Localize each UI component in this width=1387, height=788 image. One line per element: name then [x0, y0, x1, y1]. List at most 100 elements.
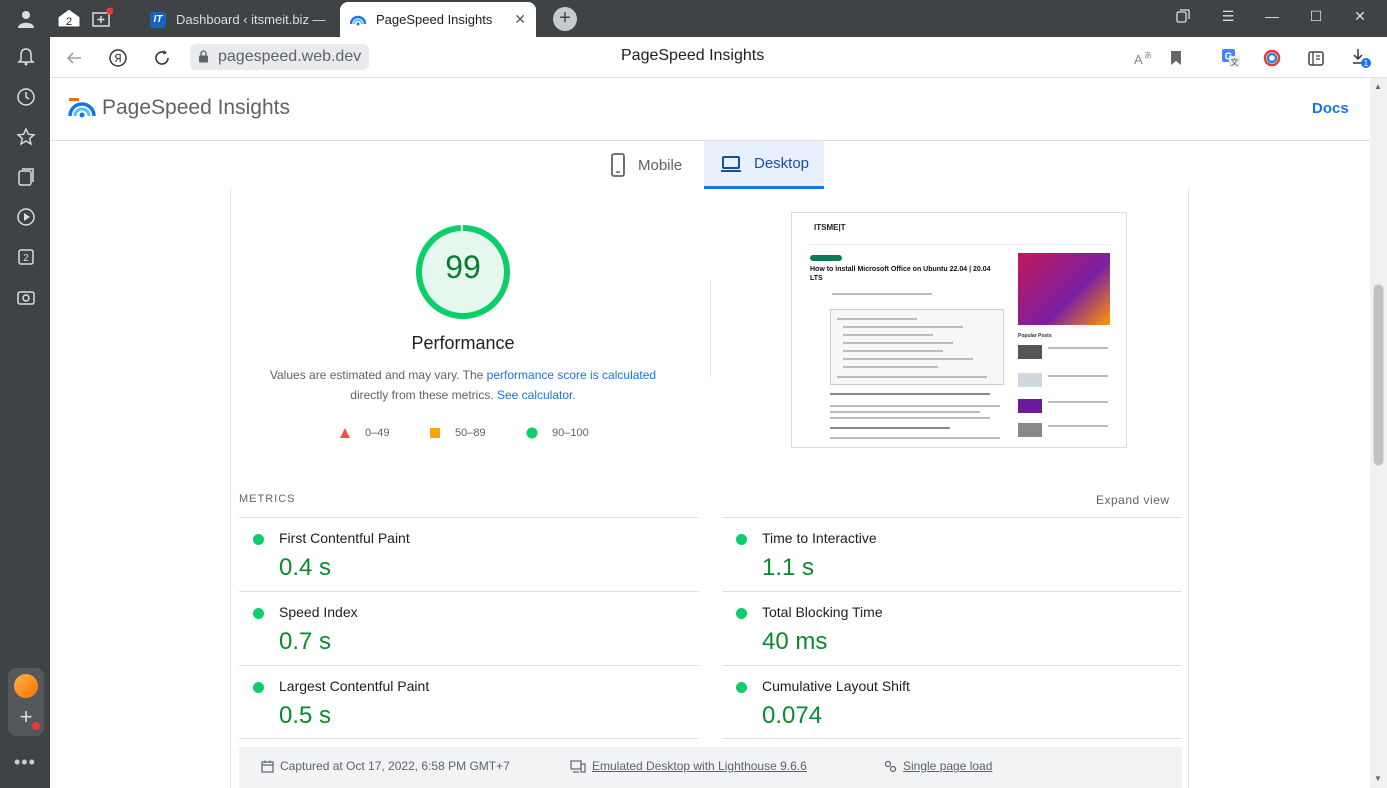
thumb-popular-posts: Popular Posts — [1018, 333, 1052, 339]
back-arrow-icon[interactable] — [63, 47, 85, 69]
tab-dashboard[interactable]: IT Dashboard ‹ itsmeit.biz — — [140, 2, 335, 37]
url-text: pagespeed.web.dev — [218, 48, 362, 65]
docs-link[interactable]: Docs — [1312, 100, 1349, 117]
good-circle-icon — [253, 608, 264, 619]
legend-label: 0–49 — [365, 427, 390, 439]
page-screenshot-thumbnail[interactable]: ITSME|T How to install Microsoft Office … — [791, 212, 1127, 448]
desc-text: Values are estimated and may vary. The — [269, 368, 487, 382]
svg-text:文: 文 — [1231, 57, 1239, 67]
scroll-down-icon[interactable]: ▼ — [1374, 774, 1382, 783]
reload-icon[interactable] — [151, 47, 173, 69]
metric-fcp: First Contentful Paint 0.4 s — [239, 517, 699, 591]
lock-icon — [199, 50, 208, 63]
app-name[interactable]: PageSpeed Insights — [102, 96, 290, 120]
tab-desktop[interactable]: Desktop — [704, 141, 824, 189]
circle-icon — [526, 427, 538, 439]
bookmark-icon[interactable] — [1165, 47, 1187, 69]
menu-icon[interactable]: ☰ — [1217, 8, 1239, 30]
new-tab-button[interactable]: + — [553, 7, 577, 31]
device-tabs: Mobile Desktop — [50, 141, 1370, 189]
metric-value: 1.1 s — [762, 554, 815, 581]
metric-name: Time to Interactive — [762, 530, 877, 546]
maximize-icon[interactable]: ☐ — [1305, 8, 1327, 30]
close-window-icon[interactable]: ✕ — [1349, 8, 1371, 30]
new-window-icon[interactable] — [88, 5, 116, 31]
downloads-icon[interactable]: 1 — [1350, 47, 1372, 69]
desktop-device-icon — [570, 759, 586, 773]
runtime-info-bar: Captured at Oct 17, 2022, 6:58 PM GMT+7 … — [239, 747, 1182, 788]
metric-value: 0.4 s — [279, 554, 332, 581]
history-icon[interactable] — [13, 84, 39, 110]
square-icon — [430, 428, 440, 438]
see-calculator-link[interactable]: See calculator. — [497, 388, 576, 402]
extension-color-icon[interactable] — [1261, 47, 1283, 69]
metric-si: Speed Index 0.7 s — [239, 591, 699, 665]
emulated-info[interactable]: Emulated Desktop with Lighthouse 9.6.6 — [570, 759, 807, 773]
url-field[interactable]: pagespeed.web.dev — [190, 44, 370, 70]
screenshot-camera-icon[interactable] — [13, 284, 39, 310]
load-info[interactable]: Single page load — [884, 759, 992, 773]
triangle-icon — [340, 428, 350, 438]
tab-mobile-label: Mobile — [638, 156, 683, 174]
expand-view-button[interactable]: Expand view — [1096, 493, 1170, 507]
thumb-featured-image — [1018, 253, 1110, 325]
metrics-heading: METRICS — [239, 493, 296, 505]
scroll-up-icon[interactable]: ▲ — [1374, 82, 1382, 91]
app-shortcut-icon[interactable] — [14, 674, 38, 698]
google-translate-icon[interactable]: G文 — [1220, 47, 1242, 69]
minimize-icon[interactable]: — — [1261, 8, 1283, 30]
captured-info: Captured at Oct 17, 2022, 6:58 PM GMT+7 — [261, 759, 510, 773]
metric-tti: Time to Interactive 1.1 s — [722, 517, 1182, 591]
svg-text:A: A — [1134, 52, 1143, 67]
itsmeit-favicon-icon: IT — [150, 11, 166, 28]
metric-name: First Contentful Paint — [279, 530, 410, 546]
close-tab-icon[interactable]: ✕ — [514, 11, 526, 28]
translate-icon[interactable]: Aあ — [1132, 47, 1154, 69]
more-icon[interactable]: ••• — [14, 752, 36, 773]
pagespeed-logo-icon[interactable] — [68, 94, 96, 120]
load-text: Single page load — [903, 759, 993, 773]
collections-icon[interactable] — [13, 164, 39, 190]
metric-lcp: Largest Contentful Paint 0.5 s — [239, 665, 699, 739]
legend-good: 90–100 — [526, 425, 589, 441]
legend-label: 90–100 — [552, 427, 589, 439]
tab-bar: 2 IT Dashboard ‹ itsmeit.biz — PageSpeed… — [50, 0, 1387, 37]
performance-description: Values are estimated and may vary. The p… — [251, 365, 675, 405]
settings-icon — [884, 760, 897, 772]
address-bar: Я pagespeed.web.dev PageSpeed Insights A… — [50, 37, 1387, 78]
performance-title: Performance — [411, 333, 515, 353]
reading-list-icon[interactable] — [1305, 47, 1327, 69]
yandex-icon[interactable]: Я — [107, 47, 129, 69]
scrollbar-thumb[interactable] — [1373, 284, 1384, 466]
video-play-icon[interactable] — [13, 204, 39, 230]
bookmarks-star-icon[interactable] — [13, 124, 39, 150]
tab-mobile[interactable]: Mobile — [610, 141, 682, 189]
metric-value: 0.7 s — [279, 628, 332, 655]
good-circle-icon — [736, 534, 747, 545]
page-scrollbar[interactable]: ▲ ▼ — [1370, 78, 1387, 788]
thumb-logo: ITSME|T — [814, 223, 846, 232]
metric-name: Cumulative Layout Shift — [762, 678, 910, 694]
tab-label: PageSpeed Insights — [376, 12, 493, 27]
svg-text:1: 1 — [1364, 59, 1369, 68]
tab-counter-icon[interactable]: 2 — [55, 5, 83, 31]
page-content: PageSpeed Insights Docs Mobile Desktop 9… — [50, 78, 1370, 788]
sidebar-app-panel: + — [8, 668, 44, 736]
workspaces-icon[interactable]: 2 — [13, 244, 39, 270]
legend-average: 50–89 — [429, 425, 486, 441]
metric-name: Largest Contentful Paint — [279, 678, 430, 694]
good-circle-icon — [253, 534, 264, 545]
metric-cls: Cumulative Layout Shift 0.074 — [722, 665, 1182, 739]
good-circle-icon — [736, 682, 747, 693]
tabs-overview-icon[interactable] — [1172, 8, 1194, 30]
score-calculated-link[interactable]: performance score is calculated — [487, 368, 656, 382]
notifications-icon[interactable] — [13, 44, 39, 70]
thumb-headline: How to install Microsoft Office on Ubunt… — [810, 266, 991, 282]
pagespeed-favicon-icon — [349, 12, 367, 28]
svg-text:2: 2 — [66, 16, 72, 28]
report-card: 99 Performance Values are estimated and … — [230, 189, 1189, 788]
metric-value: 0.074 — [762, 702, 823, 729]
profile-icon[interactable] — [13, 6, 39, 32]
svg-text:あ: あ — [1144, 51, 1152, 60]
tab-pagespeed[interactable]: PageSpeed Insights ✕ — [340, 2, 536, 37]
